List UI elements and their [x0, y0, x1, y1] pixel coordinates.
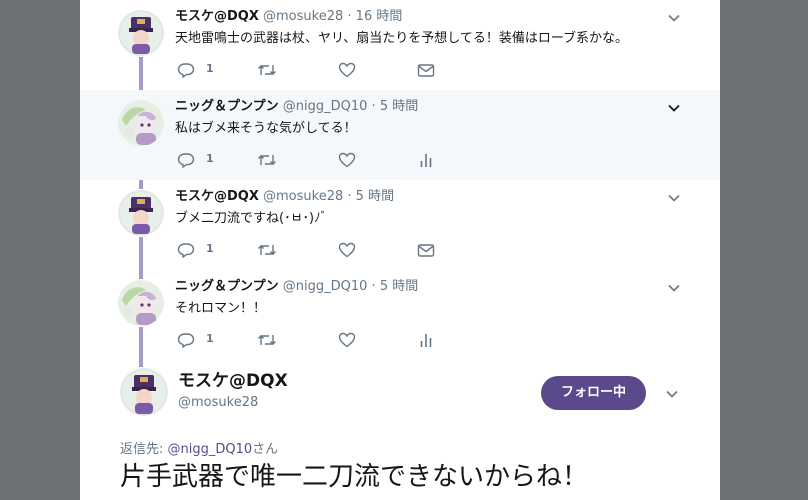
avatar[interactable] — [118, 10, 164, 56]
tweet-header: モスケ@DQX @mosuke28 · 16 時間 — [175, 10, 402, 24]
avatar[interactable] — [118, 100, 164, 146]
display-name[interactable]: モスケ@DQX — [175, 9, 259, 24]
analytics-icon[interactable] — [419, 332, 433, 348]
like-icon[interactable] — [338, 242, 356, 258]
retweet-icon[interactable] — [257, 242, 277, 258]
chevron-down-icon[interactable] — [667, 190, 681, 204]
separator-dot: · — [347, 9, 352, 24]
timestamp[interactable]: 5 時間 — [380, 279, 418, 294]
reply-tweet[interactable]: ニッグ＆プンプン @nigg_DQ10 · 5 時間 私はブメ来そうな気がしてる… — [80, 90, 720, 180]
handle[interactable]: @mosuke28 — [263, 9, 343, 24]
reply-count: 1 — [206, 152, 214, 165]
following-button[interactable]: フォロー中 — [541, 376, 646, 410]
display-name[interactable]: ニッグ＆プンプン — [175, 279, 279, 294]
reply-tweet[interactable]: ニッグ＆プンプン @nigg_DQ10 · 5 時間 それロマン！！ 1 — [80, 270, 720, 360]
handle[interactable]: @mosuke28 — [263, 189, 343, 204]
separator-dot: · — [371, 99, 376, 114]
separator-dot: · — [347, 189, 352, 204]
retweet-icon[interactable] — [257, 152, 277, 168]
tweet-text: ブメ二刀流ですね(･ㅂ･)ﾉﾞ — [175, 211, 328, 226]
timestamp[interactable]: 5 時間 — [380, 99, 418, 114]
tweet-text: 天地雷鳴士の武器は杖、ヤリ、扇当たりを予想してる！装備はローブ系かな。 — [175, 31, 629, 46]
timestamp[interactable]: 16 時間 — [356, 9, 403, 24]
main-tweet-text: 片手武器で唯一二刀流できないからね！ — [120, 462, 589, 492]
like-icon[interactable] — [338, 152, 356, 168]
chevron-down-icon[interactable] — [665, 386, 679, 400]
tweet-header: ニッグ＆プンプン @nigg_DQ10 · 5 時間 — [175, 280, 418, 294]
reply-icon[interactable] — [177, 332, 195, 348]
reply-prefix: 返信先: — [120, 442, 168, 457]
avatar[interactable] — [118, 190, 164, 236]
mention-link[interactable]: @nigg_DQ10 — [168, 442, 253, 457]
dm-icon[interactable] — [417, 242, 435, 258]
reply-icon[interactable] — [177, 242, 195, 258]
chevron-down-icon[interactable] — [667, 280, 681, 294]
tweet-text: 私はブメ来そうな気がしてる！ — [175, 121, 357, 136]
chevron-down-icon[interactable] — [667, 100, 681, 114]
avatar[interactable] — [120, 368, 168, 416]
reply-icon[interactable] — [177, 62, 195, 78]
handle[interactable]: @nigg_DQ10 — [283, 279, 368, 294]
reply-count: 1 — [206, 62, 214, 75]
reply-tweet[interactable]: モスケ@DQX @mosuke28 · 5 時間 ブメ二刀流ですね(･ㅂ･)ﾉﾞ… — [80, 180, 720, 270]
replying-to: 返信先: @nigg_DQ10さん — [120, 438, 278, 457]
like-icon[interactable] — [338, 332, 356, 348]
conversation-panel: モスケ@DQX @mosuke28 · 16 時間 天地雷鳴士の武器は杖、ヤリ、… — [80, 0, 720, 500]
tweet-header: ニッグ＆プンプン @nigg_DQ10 · 5 時間 — [175, 100, 418, 114]
like-icon[interactable] — [338, 62, 356, 78]
main-tweet: モスケ@DQX @mosuke28 フォロー中 返信先: @nigg_DQ10さ… — [80, 360, 720, 500]
display-name[interactable]: ニッグ＆プンプン — [175, 99, 279, 114]
chevron-down-icon[interactable] — [667, 10, 681, 24]
dm-icon[interactable] — [417, 62, 435, 78]
reply-count: 1 — [206, 242, 214, 255]
reply-count: 1 — [206, 332, 214, 345]
retweet-icon[interactable] — [257, 62, 277, 78]
avatar[interactable] — [118, 280, 164, 326]
handle[interactable]: @nigg_DQ10 — [283, 99, 368, 114]
handle[interactable]: @mosuke28 — [178, 395, 258, 411]
reply-icon[interactable] — [177, 152, 195, 168]
reply-suffix: さん — [252, 442, 279, 457]
display-name[interactable]: モスケ@DQX — [175, 189, 259, 204]
timestamp[interactable]: 5 時間 — [356, 189, 394, 204]
tweet-header: モスケ@DQX @mosuke28 · 5 時間 — [175, 190, 394, 204]
analytics-icon[interactable] — [419, 152, 433, 168]
separator-dot: · — [371, 279, 376, 294]
display-name[interactable]: モスケ@DQX — [178, 371, 288, 391]
tweet-text: それロマン！！ — [175, 301, 267, 316]
reply-tweet[interactable]: モスケ@DQX @mosuke28 · 16 時間 天地雷鳴士の武器は杖、ヤリ、… — [80, 0, 720, 90]
retweet-icon[interactable] — [257, 332, 277, 348]
